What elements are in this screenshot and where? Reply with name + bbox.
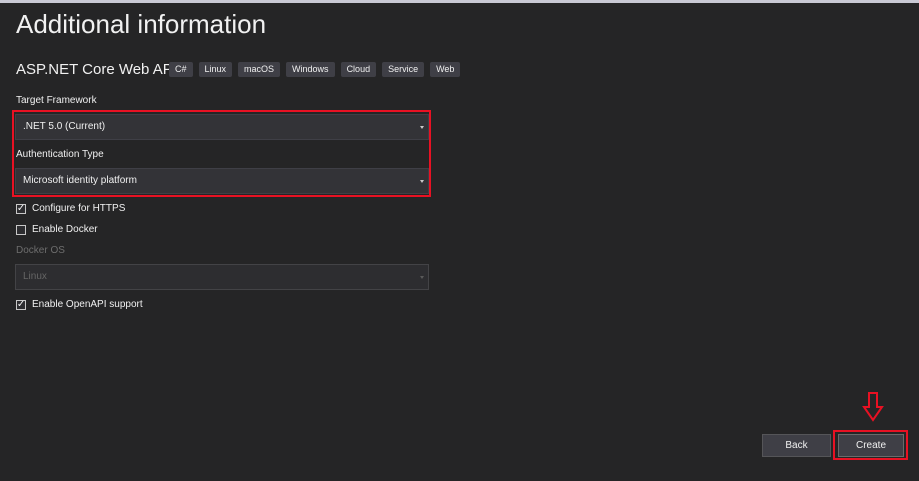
chevron-down-icon [420, 276, 424, 279]
tag-cloud: Cloud [340, 62, 377, 77]
tag-macos: macOS [238, 62, 281, 77]
target-framework-label: Target Framework [16, 95, 97, 106]
enable-docker-checkbox[interactable] [16, 224, 26, 235]
tag-linux: Linux [198, 62, 233, 77]
down-arrow-icon [862, 392, 884, 422]
tag-csharp: C# [169, 62, 193, 77]
project-tags: C# Linux macOS Windows Cloud Service Web [169, 62, 461, 77]
configure-https-checkbox[interactable]: ✓ [16, 202, 26, 214]
back-button[interactable]: Back [762, 434, 831, 457]
enable-openapi-checkbox[interactable]: ✓ [16, 298, 26, 310]
enable-docker-label: Enable Docker [32, 224, 98, 235]
check-icon: ✓ [16, 298, 26, 310]
create-button[interactable]: Create [838, 434, 904, 457]
tag-web: Web [430, 62, 461, 77]
enable-openapi-label: Enable OpenAPI support [32, 299, 143, 310]
docker-os-dropdown: Linux [15, 264, 429, 290]
annotation-highlight-box [12, 110, 431, 197]
check-icon: ✓ [16, 202, 26, 214]
docker-os-value: Linux [23, 271, 47, 282]
project-template-name: ASP.NET Core Web API [16, 61, 177, 78]
enable-openapi-option[interactable]: ✓ Enable OpenAPI support [16, 299, 143, 310]
configure-https-option[interactable]: ✓ Configure for HTTPS [16, 203, 125, 214]
page-title: Additional information [16, 9, 267, 39]
tag-windows: Windows [286, 62, 335, 77]
enable-docker-option[interactable]: Enable Docker [16, 224, 98, 235]
tag-service: Service [382, 62, 425, 77]
docker-os-label: Docker OS [16, 245, 65, 256]
window-top-border [0, 0, 919, 3]
configure-https-label: Configure for HTTPS [32, 203, 126, 214]
